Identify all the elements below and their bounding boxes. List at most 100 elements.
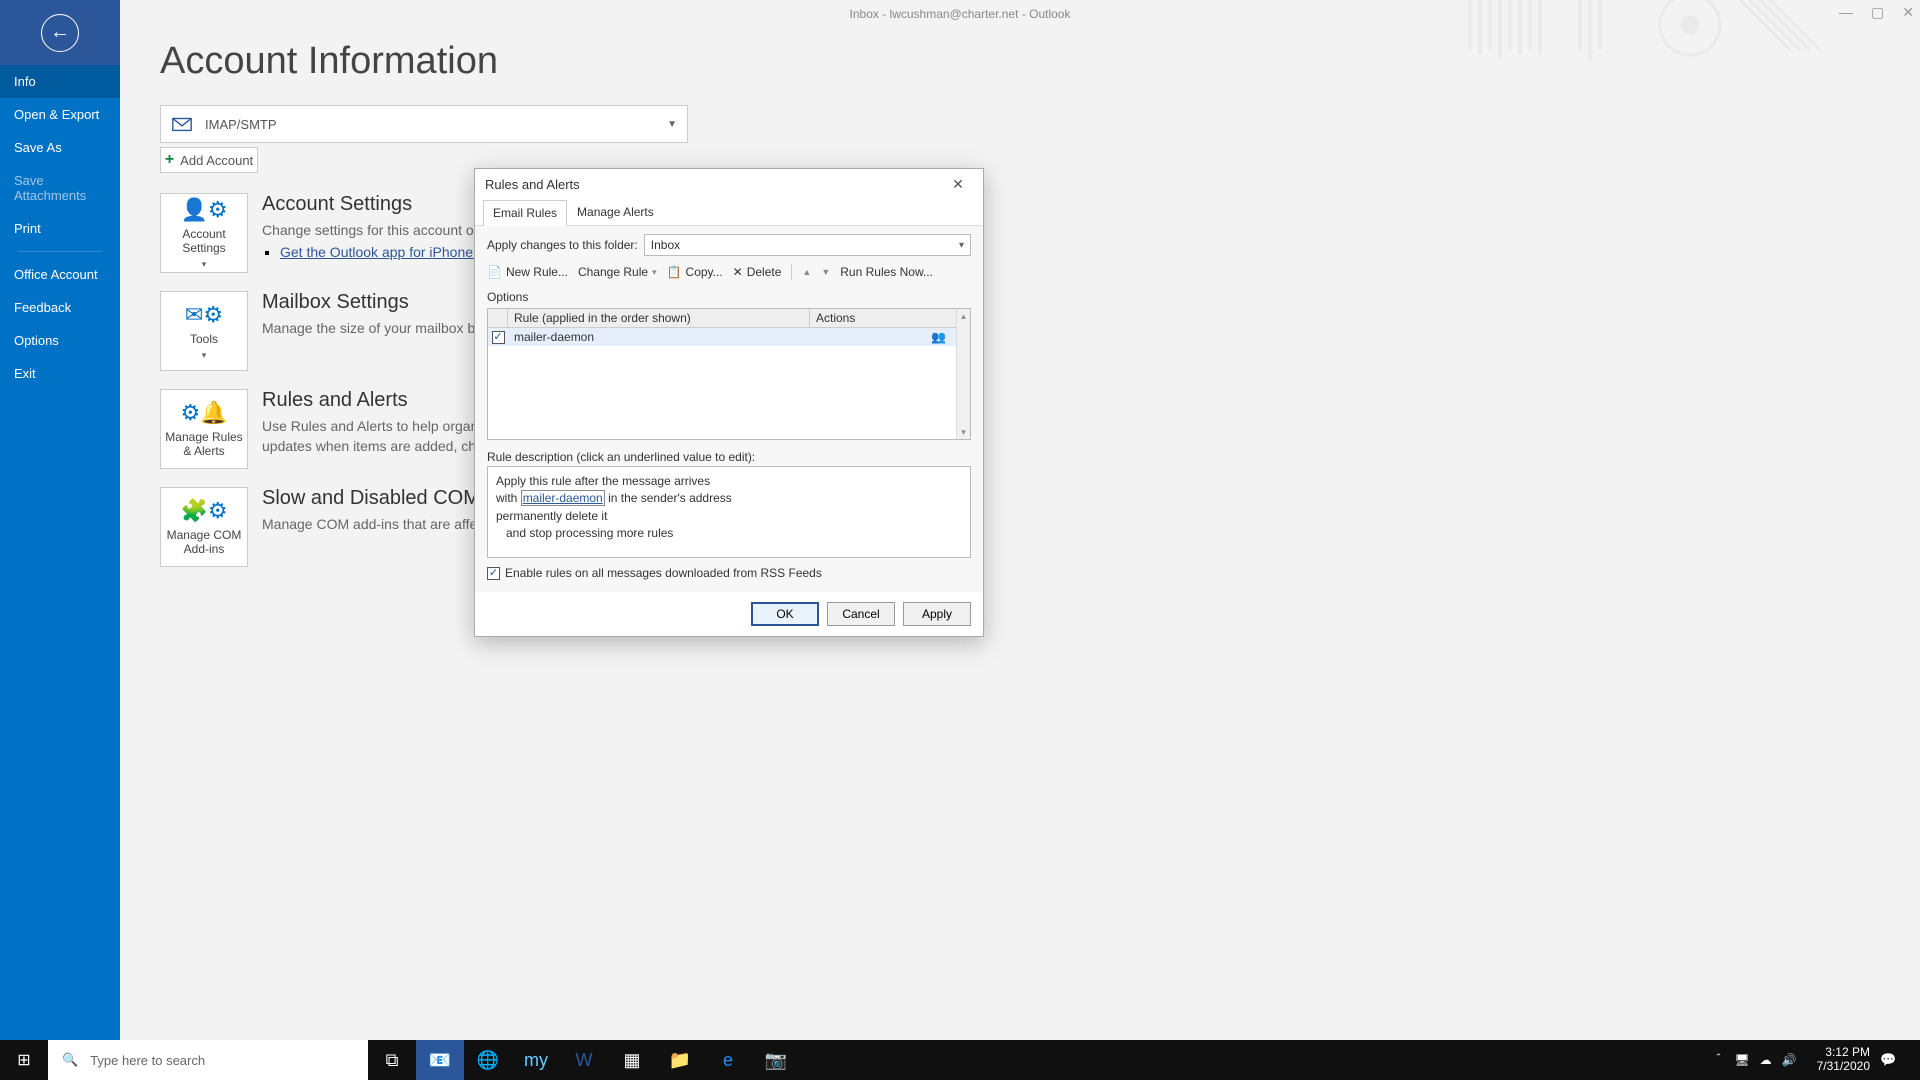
search-icon: 🔍 [62,1052,78,1068]
desc-line2: with mailer-daemon in the sender's addre… [496,490,962,507]
sidebar-item-exit[interactable]: Exit [0,357,120,390]
copy-icon: 📋 [667,265,682,279]
back-button[interactable]: ← [41,14,79,52]
backstage-sidebar: Info Open & Export Save As Save Attachme… [0,65,120,1080]
account-settings-tile[interactable]: 👤⚙ Account Settings ▾ [160,193,248,273]
move-up-button[interactable]: ▲ [802,267,811,277]
sidebar-item-feedback[interactable]: Feedback [0,291,120,324]
scrollbar[interactable]: ▴ ▾ [956,309,970,439]
sidebar-item-info[interactable]: Info [0,65,120,98]
change-rule-button[interactable]: Change Rule▾ [578,265,657,279]
gear-bell-icon: ⚙🔔 [180,400,227,426]
tab-manage-alerts[interactable]: Manage Alerts [567,199,664,225]
dialog-body: Apply changes to this folder: Inbox ▾ 📄N… [475,226,983,592]
section-text: Manage COM add-ins that are affecting [262,514,509,534]
copy-rule-button[interactable]: 📋Copy... [667,265,723,279]
col-rule: Rule (applied in the order shown) [508,309,810,327]
chevron-down-icon: ▾ [202,259,207,270]
search-box[interactable]: 🔍 Type here to search [48,1040,368,1080]
account-selector[interactable]: IMAP/SMTP ▼ [160,105,688,143]
tile-label: Manage COM Add-ins [161,528,247,556]
close-icon[interactable]: ✕ [1902,4,1914,21]
time: 3:12 PM [1817,1046,1870,1060]
envelope-gear-icon: ✉⚙ [185,302,223,328]
rss-label: Enable rules on all messages downloaded … [505,566,822,580]
chevron-down-icon: ▼ [667,119,677,130]
scroll-down-icon[interactable]: ▾ [957,425,970,439]
section-account-settings: 👤⚙ Account Settings ▾ Account Settings C… [160,193,1880,273]
taskbar-apps: ⧉ 📧 🌐 my W ▦ 📁 e 📷 [368,1040,800,1080]
manage-com-tile[interactable]: 🧩⚙ Manage COM Add-ins [160,487,248,567]
sidebar-divider [18,251,102,252]
mail-icon [171,113,193,135]
manage-rules-tile[interactable]: ⚙🔔 Manage Rules & Alerts [160,389,248,469]
sidebar-item-open-export[interactable]: Open & Export [0,98,120,131]
rules-and-alerts-dialog: Rules and Alerts ✕ Email Rules Manage Al… [474,168,984,637]
rule-enabled-checkbox[interactable] [492,331,505,344]
delete-rule-button[interactable]: ✕Delete [733,265,782,279]
chevron-down-icon: ▾ [959,240,964,251]
desc-line4: and stop processing more rules [496,525,962,542]
rss-checkbox[interactable] [487,567,500,580]
rss-checkbox-row: Enable rules on all messages downloaded … [487,566,971,580]
display-icon[interactable]: 🖥 [1734,1053,1749,1067]
addin-gear-icon: 🧩⚙ [180,498,227,524]
word-icon[interactable]: W [560,1040,608,1080]
system-tray[interactable]: ＾ 🖥 ☁ 🔊 [1702,1052,1806,1069]
ie-icon[interactable]: e [704,1040,752,1080]
desc-line3: permanently delete it [496,508,962,525]
run-rules-button[interactable]: Run Rules Now... [840,265,933,279]
add-account-button[interactable]: + Add Account [160,147,258,173]
action-center-icon[interactable]: 💬 [1880,1052,1920,1068]
move-down-button[interactable]: ▼ [821,267,830,277]
chevron-down-icon: ▾ [652,267,657,278]
cancel-button[interactable]: Cancel [827,602,895,626]
chrome-icon[interactable]: 🌐 [464,1040,512,1080]
scroll-up-icon[interactable]: ▴ [957,309,970,323]
sender-value-link[interactable]: mailer-daemon [521,490,605,506]
dialog-close-button[interactable]: ✕ [943,173,973,195]
tools-tile[interactable]: ✉⚙ Tools ▾ [160,291,248,371]
window-title: Inbox - lwcushman@charter.net - Outlook [850,7,1071,21]
user-gear-icon: 👤⚙ [180,197,227,223]
page-title: Account Information [160,40,1880,83]
windows-taskbar: ⊞ 🔍 Type here to search ⧉ 📧 🌐 my W ▦ 📁 e… [0,1040,1920,1080]
task-view-icon[interactable]: ⧉ [368,1040,416,1080]
tile-label: Account Settings [161,227,247,255]
tray-chevron-icon[interactable]: ＾ [1712,1052,1724,1069]
apply-button[interactable]: Apply [903,602,971,626]
main-content: Account Information IMAP/SMTP ▼ + Add Ac… [160,40,1880,1080]
outlook-icon[interactable]: 📧 [416,1040,464,1080]
tab-email-rules[interactable]: Email Rules [483,200,567,226]
section-description: Slow and Disabled COM Ad Manage COM add-… [262,487,509,534]
rule-name: mailer-daemon [508,330,810,344]
account-type-label: IMAP/SMTP [205,117,277,132]
rule-action-icon: 👥 [931,330,946,344]
volume-icon[interactable]: 🔊 [1782,1053,1797,1067]
camera-icon[interactable]: 📷 [752,1040,800,1080]
folder-value: Inbox [651,238,680,252]
app2-icon[interactable]: ▦ [608,1040,656,1080]
cloud-icon[interactable]: ☁ [1760,1053,1772,1067]
clock[interactable]: 3:12 PM 7/31/2020 [1807,1046,1880,1074]
file-explorer-icon[interactable]: 📁 [656,1040,704,1080]
tile-label: Tools [190,332,218,346]
sidebar-item-save-attachments: Save Attachments [0,164,120,212]
dialog-tabs: Email Rules Manage Alerts [475,199,983,226]
app-icon[interactable]: my [512,1040,560,1080]
sidebar-item-office-account[interactable]: Office Account [0,258,120,291]
date: 7/31/2020 [1817,1060,1870,1074]
sidebar-item-options[interactable]: Options [0,324,120,357]
new-rule-button[interactable]: 📄New Rule... [487,265,568,279]
rule-row[interactable]: mailer-daemon 👥 [488,328,970,346]
new-icon: 📄 [487,265,502,279]
arrow-left-icon: ← [50,21,70,44]
start-button[interactable]: ⊞ [0,1050,48,1070]
options-button[interactable]: Options [487,290,528,304]
sidebar-item-print[interactable]: Print [0,212,120,245]
ok-button[interactable]: OK [751,602,819,626]
folder-select[interactable]: Inbox ▾ [644,234,971,256]
sidebar-item-save-as[interactable]: Save As [0,131,120,164]
toolbar-separator [791,264,792,280]
tile-label: Manage Rules & Alerts [161,430,247,458]
